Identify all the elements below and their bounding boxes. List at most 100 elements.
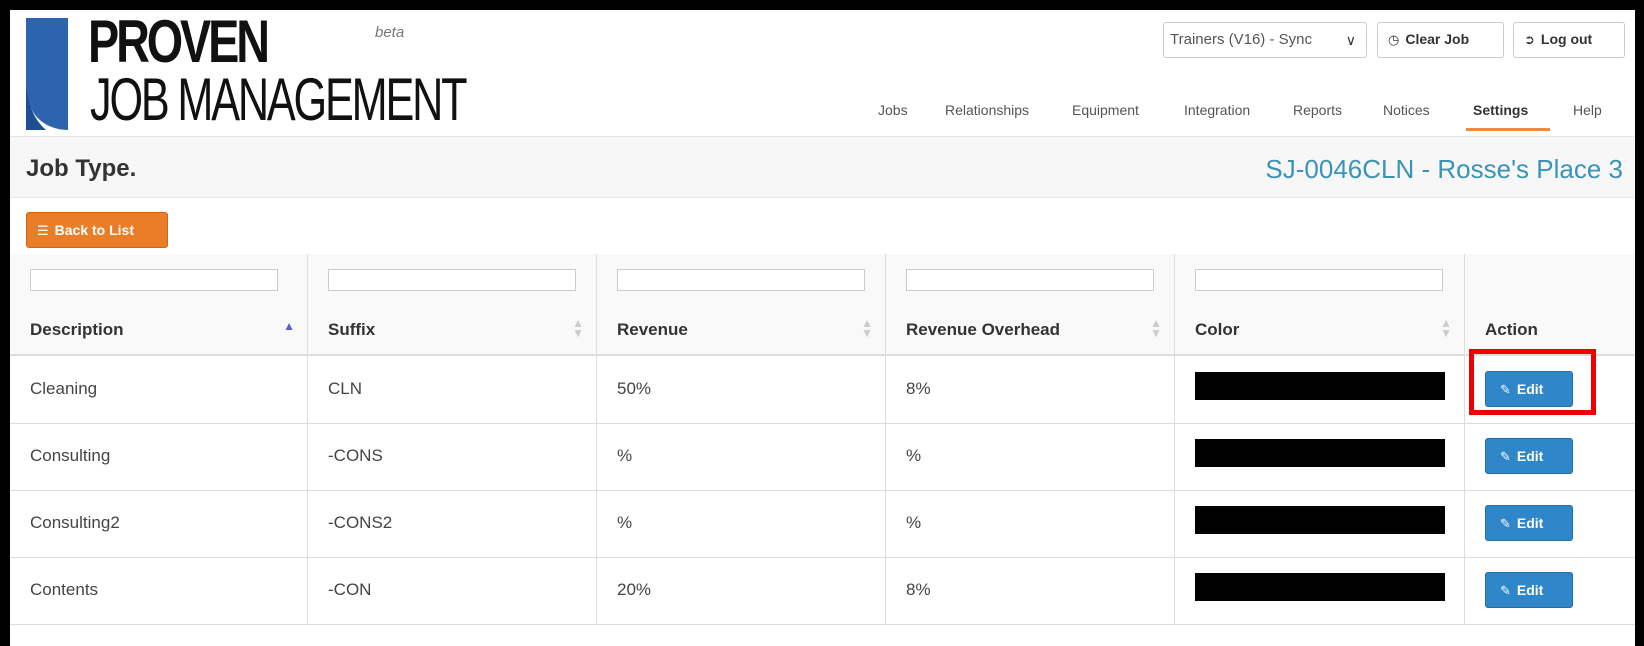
- cell-revenue-overhead: %: [886, 490, 1175, 557]
- cell-description: Consulting2: [10, 490, 308, 557]
- column-header-label: Description: [30, 320, 124, 339]
- filter-row: [10, 254, 1635, 305]
- sort-ascending-icon: ▲: [283, 319, 295, 333]
- app-window: PROVEN JOB MANAGEMENT beta Trainers (V16…: [10, 10, 1635, 646]
- edit-button[interactable]: ✎ Edit: [1485, 505, 1573, 541]
- log-out-label: Log out: [1540, 31, 1593, 47]
- cell-text: %: [906, 513, 922, 532]
- table-row: Contents -CON 20% 8% ✎ Edit: [10, 557, 1635, 625]
- title-bar: Job Type. SJ-0046CLN - Rosse's Place 3: [10, 137, 1635, 198]
- back-to-list-label: Back to List: [54, 222, 135, 238]
- filter-cell-suffix: [308, 254, 597, 304]
- cell-revenue: %: [597, 490, 886, 557]
- column-header-label: Revenue Overhead: [906, 320, 1061, 339]
- sort-icon: ▲ ▼: [572, 316, 584, 340]
- clear-job-button[interactable]: ◷ Clear Job: [1377, 22, 1504, 58]
- filter-input-color[interactable]: [1195, 269, 1443, 291]
- cell-text: CLN: [328, 379, 363, 398]
- cell-revenue-overhead: %: [886, 423, 1175, 490]
- cell-color: [1175, 356, 1465, 423]
- edit-icon: ✎: [1500, 583, 1511, 598]
- cell-action: ✎ Edit: [1465, 490, 1635, 557]
- company-select-value: Trainers (V16) - Sync: [1170, 31, 1312, 48]
- cell-action: ✎ Edit: [1465, 557, 1635, 624]
- filter-input-revenue[interactable]: [617, 269, 865, 291]
- cell-description: Contents: [10, 557, 308, 624]
- column-header-label: Action: [1485, 320, 1538, 339]
- column-header-description[interactable]: Description ▲: [10, 304, 308, 354]
- sort-icon: ▲ ▼: [1440, 316, 1452, 340]
- column-header-label: Suffix: [328, 320, 376, 339]
- cell-text: -CONS: [328, 446, 383, 465]
- cell-text: 50%: [617, 379, 652, 398]
- cell-action: ✎ Edit: [1465, 423, 1635, 490]
- cell-revenue-overhead: 8%: [886, 356, 1175, 423]
- nav-item-jobs[interactable]: Jobs: [878, 102, 908, 118]
- cell-text: Consulting: [30, 446, 111, 465]
- nav-item-settings[interactable]: Settings: [1473, 102, 1528, 118]
- sort-icon: ▲ ▼: [861, 316, 873, 340]
- filter-input-description[interactable]: [30, 269, 278, 291]
- cell-revenue: 20%: [597, 557, 886, 624]
- cell-revenue: %: [597, 423, 886, 490]
- column-header-color[interactable]: Color ▲ ▼: [1175, 304, 1465, 354]
- cell-description: Cleaning: [10, 356, 308, 423]
- edit-button[interactable]: ✎ Edit: [1485, 572, 1573, 608]
- column-header-revenue-overhead[interactable]: Revenue Overhead ▲ ▼: [886, 304, 1175, 354]
- edit-label: Edit: [1516, 515, 1544, 531]
- cell-text: -CON: [328, 580, 372, 599]
- filter-cell-revenue-overhead: [886, 254, 1175, 304]
- column-header-action: Action: [1465, 304, 1635, 354]
- edit-label: Edit: [1516, 448, 1544, 464]
- filter-cell-color: [1175, 254, 1465, 304]
- nav-item-integration[interactable]: Integration: [1184, 102, 1250, 118]
- highlight-annotation: [1469, 349, 1596, 415]
- active-nav-underline: [1466, 128, 1550, 131]
- main-nav: Jobs Relationships Equipment Integration…: [10, 90, 1635, 136]
- cell-suffix: -CONS2: [308, 490, 597, 557]
- table-row: Cleaning CLN 50% 8% ✎ Edit: [10, 356, 1635, 424]
- nav-item-help[interactable]: Help: [1573, 102, 1602, 118]
- back-to-list-button[interactable]: ☰ Back to List: [26, 212, 168, 248]
- cell-suffix: -CON: [308, 557, 597, 624]
- company-select[interactable]: Trainers (V16) - Sync ∨: [1163, 22, 1367, 58]
- filter-cell-revenue: [597, 254, 886, 304]
- nav-item-relationships[interactable]: Relationships: [945, 102, 1029, 118]
- column-header-label: Revenue: [617, 320, 688, 339]
- color-swatch: [1195, 439, 1445, 467]
- filter-cell-description: [10, 254, 308, 304]
- filter-input-suffix[interactable]: [328, 269, 576, 291]
- edit-button[interactable]: ✎ Edit: [1485, 438, 1573, 474]
- color-swatch: [1195, 372, 1445, 400]
- cell-text: 8%: [906, 580, 931, 599]
- cell-text: 20%: [617, 580, 652, 599]
- cell-revenue-overhead: 8%: [886, 557, 1175, 624]
- cell-text: -CONS2: [328, 513, 393, 532]
- list-icon: ☰: [37, 223, 49, 238]
- color-swatch: [1195, 573, 1445, 601]
- chevron-down-icon: ∨: [1345, 32, 1356, 48]
- current-job-link[interactable]: SJ-0046CLN - Rosse's Place 3: [1265, 154, 1623, 185]
- cell-color: [1175, 490, 1465, 557]
- column-header-revenue[interactable]: Revenue ▲ ▼: [597, 304, 886, 354]
- cell-text: %: [617, 513, 633, 532]
- filter-input-revenue-overhead[interactable]: [906, 269, 1154, 291]
- cell-text: %: [617, 446, 633, 465]
- nav-item-equipment[interactable]: Equipment: [1072, 102, 1139, 118]
- sort-icon: ▲ ▼: [1150, 316, 1162, 340]
- logo-text-proven: PROVEN: [88, 10, 270, 75]
- clear-job-label: Clear Job: [1405, 31, 1470, 47]
- nav-item-notices[interactable]: Notices: [1383, 102, 1430, 118]
- cell-color: [1175, 557, 1465, 624]
- cell-suffix: -CONS: [308, 423, 597, 490]
- clock-icon: ◷: [1388, 32, 1400, 47]
- cell-text: Consulting2: [30, 513, 120, 532]
- log-out-button[interactable]: ➲ Log out: [1513, 22, 1625, 58]
- column-header-suffix[interactable]: Suffix ▲ ▼: [308, 304, 597, 354]
- app-header: PROVEN JOB MANAGEMENT beta Trainers (V16…: [10, 10, 1635, 137]
- nav-item-reports[interactable]: Reports: [1293, 102, 1342, 118]
- color-swatch: [1195, 506, 1445, 534]
- column-header-label: Color: [1195, 320, 1240, 339]
- cell-revenue: 50%: [597, 356, 886, 423]
- log-out-icon: ➲: [1524, 32, 1535, 47]
